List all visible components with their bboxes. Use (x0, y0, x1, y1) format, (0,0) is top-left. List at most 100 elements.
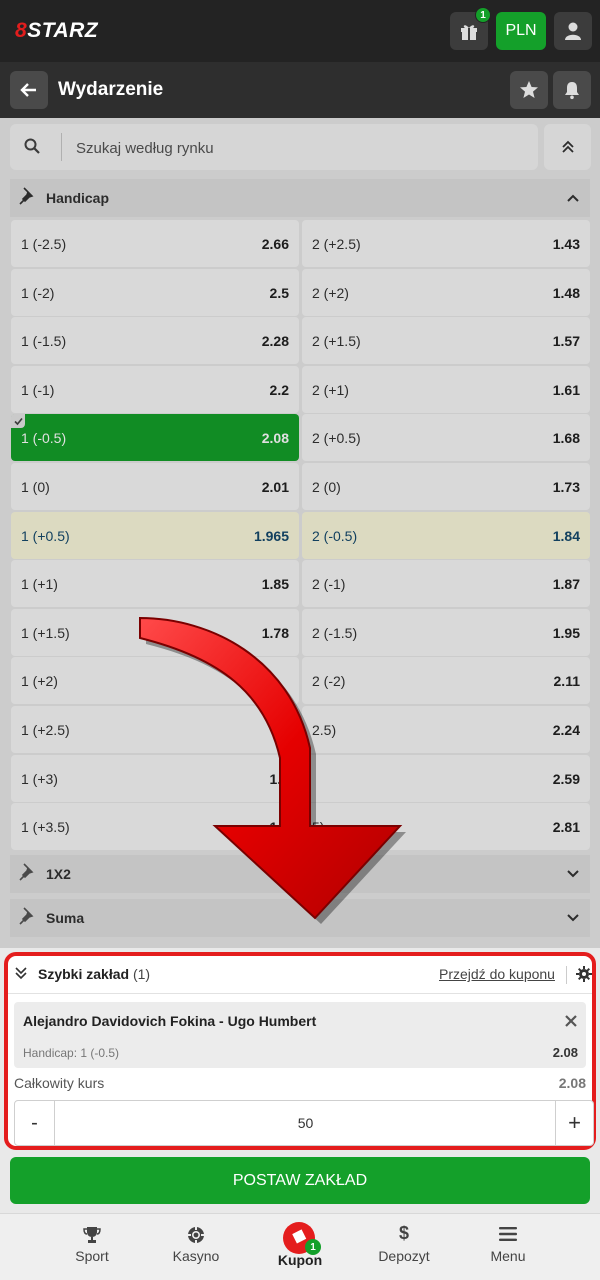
collapse-all-button[interactable] (544, 124, 591, 170)
odds-value: 1.43 (552, 236, 580, 252)
currency-label: PLN (505, 22, 537, 39)
hamburger-menu-icon (499, 1227, 517, 1241)
close-icon[interactable] (564, 1014, 578, 1028)
pin-icon (19, 863, 34, 881)
odds-value: 2.5 (269, 285, 289, 301)
bet-market: Handicap: 1 (-0.5) (23, 1046, 120, 1060)
nav-menu[interactable]: Menu (458, 1214, 558, 1280)
search-divider (61, 133, 62, 161)
odds-button[interactable]: 1 (+1.5) 1.78 (11, 609, 299, 656)
odds-label: 2.5) (312, 722, 337, 738)
odds-value: 1.1 (269, 819, 289, 835)
odds-label: 2 (+0.5) (312, 430, 361, 446)
back-button[interactable] (10, 71, 48, 109)
odds-button[interactable]: 1 (+3) 1.4 (11, 755, 299, 802)
odds-button[interactable]: 1 (+2.5) (11, 706, 299, 753)
odds-button[interactable]: 1 (-1) 2.2 (11, 366, 299, 413)
odds-button[interactable]: 1 (+3.5) 1.1 (11, 803, 299, 850)
odds-button[interactable]: 2.59 (302, 755, 590, 802)
odds-value: 1.4 (269, 771, 289, 787)
favorite-button[interactable] (510, 71, 548, 109)
market-name: 1X2 (46, 866, 71, 882)
market-header-handicap[interactable]: Handicap (10, 179, 590, 217)
gift-button[interactable]: 1 (450, 7, 491, 50)
odds-value: 2.11 (553, 673, 580, 689)
quick-bet-count: (1) (132, 966, 151, 982)
odds-button[interactable]: 1 (+1) 1.85 (11, 560, 299, 607)
odds-label: 2 (-1.5) (312, 625, 358, 641)
odds-button[interactable]: 2 (+1) 1.61 (302, 366, 590, 413)
odds-button[interactable]: 2 (+0.5) 1.68 (302, 414, 590, 461)
odds-button[interactable]: 1 (+0.5) 1.965 (11, 512, 299, 559)
market-name: Suma (46, 910, 85, 926)
odds-button[interactable]: 2 (+2) 1.48 (302, 269, 590, 316)
market-header-1x2[interactable]: 1X2 (10, 855, 590, 893)
odds-label: 2 (+2.5) (312, 236, 361, 252)
odds-label: 1 (+1.5) (21, 625, 70, 641)
double-chevron-down-icon[interactable] (14, 966, 28, 980)
odds-label: 1 (+3.5) (21, 819, 70, 835)
odds-button[interactable]: 1 (-0.5) 2.08 (11, 414, 299, 461)
brand-logo[interactable]: 8STARZ (15, 19, 98, 43)
stake-input[interactable] (56, 1101, 555, 1145)
nav-depozyt[interactable]: $ Depozyt (354, 1214, 454, 1280)
nav-sport[interactable]: Sport (42, 1214, 142, 1280)
search-input[interactable] (76, 137, 516, 159)
quick-bet-title: Szybki zakład (1) (38, 966, 151, 982)
arrow-left-icon (20, 83, 36, 97)
odds-value: 2.24 (552, 722, 580, 738)
odds-button[interactable]: 1 (-1.5) 2.28 (11, 317, 299, 364)
odds-value: 1.95 (552, 625, 580, 641)
nav-kasyno[interactable]: Kasyno (146, 1214, 246, 1280)
odds-value: 1.87 (552, 576, 580, 592)
odds-button[interactable]: 2 (-1) 1.87 (302, 560, 590, 607)
odds-button[interactable]: 1 (-2.5) 2.66 (11, 220, 299, 267)
chevron-down-icon (567, 914, 579, 922)
odds-value: 2.01 (261, 479, 289, 495)
odds-button[interactable]: 5) 2.81 (302, 803, 590, 850)
odds-value: 1.73 (552, 479, 580, 495)
currency-button[interactable]: PLN (496, 12, 546, 50)
stake-stepper: - + (14, 1100, 594, 1146)
stake-plus-button[interactable]: + (555, 1101, 593, 1145)
odds-label: 2 (+1) (312, 382, 349, 398)
odds-button[interactable]: 2 (-1.5) 1.95 (302, 609, 590, 656)
odds-button[interactable]: 2 (+1.5) 1.57 (302, 317, 590, 364)
gift-icon (461, 25, 477, 40)
market-header-suma[interactable]: Suma (10, 899, 590, 937)
odds-label: 1 (+1) (21, 576, 58, 592)
go-to-coupon-link[interactable]: Przejdź do kuponu (439, 966, 555, 982)
odds-button[interactable]: 2 (0) 1.73 (302, 463, 590, 510)
odds-label: 2 (+1.5) (312, 333, 361, 349)
odds-button[interactable]: 2 (-2) 2.11 (302, 657, 590, 704)
total-odds-label: Całkowity kurs (14, 1075, 105, 1091)
place-bet-button[interactable]: POSTAW ZAKŁAD (10, 1157, 590, 1204)
odds-value: 2.2 (269, 382, 289, 398)
odds-value: 2.28 (261, 333, 289, 349)
odds-button[interactable]: 1 (-2) 2.5 (11, 269, 299, 316)
gear-icon[interactable] (576, 966, 592, 982)
odds-button[interactable]: 1 (+2) (11, 657, 299, 704)
user-button[interactable] (554, 12, 592, 50)
stake-minus-button[interactable]: - (15, 1101, 55, 1145)
odds-value: 1.48 (552, 285, 580, 301)
top-bar: 8STARZ 1 PLN (0, 0, 600, 62)
market-search (10, 124, 538, 170)
odds-button[interactable]: 2.5) 2.24 (302, 706, 590, 753)
pin-icon (19, 907, 34, 925)
odds-label: 1 (+2) (21, 673, 58, 689)
odds-button[interactable]: 1 (0) 2.01 (11, 463, 299, 510)
odds-value: 1.85 (261, 576, 289, 592)
pin-icon (19, 187, 34, 205)
odds-value: 1.965 (253, 528, 289, 544)
divider (566, 966, 567, 984)
odds-label: 1 (-1.5) (21, 333, 67, 349)
nav-label: Menu (490, 1248, 526, 1264)
casino-chip-icon (188, 1227, 204, 1243)
odds-button[interactable]: 2 (-0.5) 1.84 (302, 512, 590, 559)
double-chevron-up-icon (561, 140, 574, 153)
odds-button[interactable]: 2 (+2.5) 1.43 (302, 220, 590, 267)
notifications-button[interactable] (553, 71, 591, 109)
odds-value: 2.81 (552, 819, 580, 835)
odds-label: 2 (0) (312, 479, 341, 495)
